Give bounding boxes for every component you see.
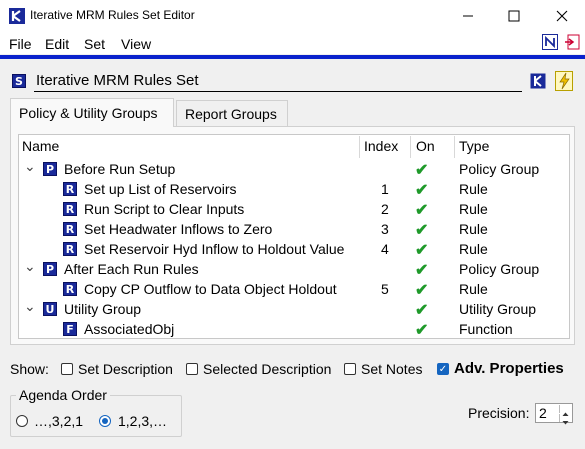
row-index: 3 [381,221,389,237]
row-type: Policy Group [459,161,540,177]
checkmark-icon[interactable]: ✔ [415,280,428,300]
precision-spinbox[interactable]: 2 [535,403,573,425]
chevron-down-icon[interactable]: ⌄ [24,298,36,315]
window-title: Iterative MRM Rules Set Editor [30,8,195,22]
accent-rule [0,55,585,59]
maximize-icon [508,10,520,22]
tab-policy-utility-groups[interactable]: Policy & Utility Groups [10,98,174,127]
precision-value: 2 [539,405,547,421]
column-divider [359,136,360,158]
checkmark-icon[interactable]: ✔ [415,180,428,200]
row-type-badge-icon: R [63,182,77,196]
open-set-icon[interactable] [530,73,546,89]
row-name: Set Headwater Inflows to Zero [84,221,273,237]
row-name: Copy CP Outflow to Data Object Holdout [84,281,337,297]
tab-report-groups[interactable]: Report Groups [176,100,288,126]
column-divider [410,136,411,158]
row-type-badge-icon: R [63,282,77,296]
row-type: Function [459,321,513,337]
checkmark-icon[interactable]: ✔ [415,320,428,340]
row-index: 2 [381,201,389,217]
minimize-icon [463,15,473,17]
row-type-badge-icon: P [43,162,57,176]
spin-up-icon[interactable] [559,405,571,416]
spin-down-icon[interactable] [559,414,571,425]
row-type-badge-icon: R [63,242,77,256]
row-type: Rule [459,241,488,257]
agenda-ascending-radio[interactable] [99,415,111,427]
app-icon [9,8,25,24]
row-type-badge-icon: R [63,222,77,236]
column-header-index[interactable]: Index [364,138,398,154]
row-type-badge-icon: P [43,262,57,276]
row-name: Before Run Setup [64,161,176,177]
row-index: 5 [381,281,389,297]
agenda-order-legend: Agenda Order [16,387,110,403]
column-divider [454,136,455,158]
row-type: Utility Group [459,301,537,317]
row-name: After Each Run Rules [64,261,199,277]
set-badge-icon: S [12,74,26,88]
close-button[interactable] [539,0,585,32]
row-name: Set Reservoir Hyd Inflow to Holdout Valu… [84,241,345,257]
menu-set[interactable]: Set [84,36,105,52]
minimize-button[interactable] [445,0,491,32]
precision-label: Precision: [468,405,530,421]
row-type: Rule [459,281,488,297]
checkmark-icon[interactable]: ✔ [415,200,428,220]
menu-view[interactable]: View [121,36,151,52]
row-type: Rule [459,221,488,237]
checkmark-icon[interactable]: ✔ [415,240,428,260]
menu-edit[interactable]: Edit [45,36,69,52]
close-icon [556,10,568,22]
row-type-badge-icon: U [43,302,57,316]
adv-properties-label[interactable]: Adv. Properties [454,360,564,377]
selected-description-label[interactable]: Selected Description [203,361,331,377]
set-description-label[interactable]: Set Description [78,361,173,377]
adv-properties-checkbox[interactable]: ✓ [437,363,449,375]
close-dock-icon[interactable] [564,34,580,50]
column-header-type[interactable]: Type [459,138,489,154]
row-type: Policy Group [459,261,540,277]
row-name: Set up List of Reservoirs [84,181,237,197]
checkmark-icon[interactable]: ✔ [415,260,428,280]
row-type: Rule [459,181,488,197]
notes-icon[interactable] [542,34,558,50]
selected-description-checkbox[interactable] [186,363,198,375]
set-description-checkbox[interactable] [61,363,73,375]
set-notes-label[interactable]: Set Notes [361,361,422,377]
row-name: Utility Group [64,301,142,317]
agenda-ascending-label[interactable]: 1,2,3,… [118,413,167,429]
checkmark-icon[interactable]: ✔ [415,160,428,180]
show-label: Show: [10,361,49,377]
checkmark-icon[interactable]: ✔ [415,300,428,320]
lightning-icon[interactable] [555,71,573,91]
row-index: 1 [381,181,389,197]
row-type-badge-icon: R [63,202,77,216]
chevron-down-icon[interactable]: ⌄ [24,258,36,275]
chevron-down-icon[interactable]: ⌄ [24,158,36,175]
row-name: Run Script to Clear Inputs [84,201,245,217]
maximize-button[interactable] [491,0,537,32]
set-name-field[interactable]: Iterative MRM Rules Set [34,70,522,92]
row-index: 4 [381,241,389,257]
column-header-on[interactable]: On [416,138,435,154]
row-type-badge-icon: F [63,322,77,336]
checkmark-icon[interactable]: ✔ [415,220,428,240]
set-notes-checkbox[interactable] [344,363,356,375]
menu-file[interactable]: File [9,36,32,52]
row-name: AssociatedObj [84,321,175,337]
column-header-name[interactable]: Name [22,138,59,154]
agenda-descending-label[interactable]: …,3,2,1 [34,413,83,429]
agenda-descending-radio[interactable] [16,415,28,427]
row-type: Rule [459,201,488,217]
